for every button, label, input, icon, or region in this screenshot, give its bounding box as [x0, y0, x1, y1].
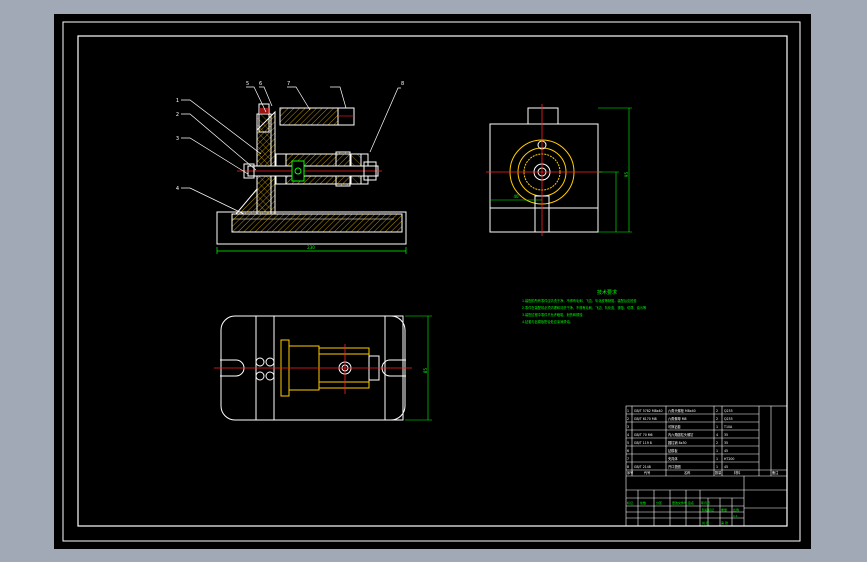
part-name: 六角螺母 M8: [668, 416, 687, 421]
part-note: 45: [724, 449, 728, 453]
assembly-drawing: 1 2 3 4 5 6 7 8 230 95 40 85 技术要求 1.装配前所…: [62, 21, 801, 542]
callout-3: 3: [176, 136, 179, 142]
side-height-dimension: 95: [624, 172, 629, 178]
sign-label: 签名: [688, 500, 694, 505]
part-name: 内六角圆柱头螺钉: [668, 432, 694, 437]
sheet-number: 第 张: [721, 520, 728, 525]
part-code: GB/T 6170 M8: [634, 417, 657, 421]
scale-value: 1:1: [733, 514, 738, 518]
part-note: HT200: [724, 457, 734, 461]
part-name: 夹具体: [668, 456, 678, 461]
callout-5: 5: [246, 81, 249, 87]
part-name: 开口垫圈: [668, 464, 681, 469]
scale-label: 比例: [733, 507, 739, 512]
sign-label: 分区: [656, 500, 662, 505]
part-qty: 1: [716, 449, 718, 453]
part-seq: 1: [627, 409, 629, 413]
part-qty: 2: [716, 441, 718, 445]
part-note: 35: [724, 441, 728, 445]
scale-label: 阶段标记: [702, 507, 714, 512]
parts-list: 1 GB/T 5782 M8x40 六角头螺栓 M8x40 2 Q235 2 G…: [627, 408, 779, 475]
part-qty: 1: [716, 465, 718, 469]
sign-row: 标记 处数 分区 更改文件号 签名 年月日: [627, 500, 710, 505]
scale-label: 重量: [721, 507, 727, 512]
part-name: 六角头螺栓 M8x40: [668, 408, 696, 413]
part-note: Q235: [724, 417, 733, 421]
sign-label: 处数: [640, 500, 646, 505]
callout-2: 2: [176, 112, 179, 118]
sign-label: 年月日: [701, 500, 710, 505]
part-seq: 8: [627, 465, 629, 469]
part-note: 45: [724, 465, 728, 469]
header-material: 材料: [734, 470, 741, 475]
sign-label: 更改文件号: [672, 500, 687, 505]
part-name: 可换钻套: [668, 424, 682, 429]
part-qty: 2: [716, 409, 718, 413]
scale-block: 阶段标记 重量 比例 1:1 共 张 第 张: [702, 507, 739, 525]
part-code: GB/T 5782 M8x40: [634, 409, 663, 413]
side-view: [486, 104, 632, 236]
cad-viewport[interactable]: 1 2 3 4 5 6 7 8 230 95 40 85 技术要求 1.装配前所…: [54, 14, 811, 549]
part-name: 圆柱销 8x30: [668, 440, 687, 445]
part-seq: 3: [627, 425, 629, 429]
part-seq: 2: [627, 417, 629, 421]
part-code: GB/T 2148: [634, 465, 651, 469]
part-seq: 7: [627, 457, 629, 461]
notes-line: 3.装配过程中零件不允许磕碰、划伤和锈蚀: [522, 312, 583, 317]
part-code: GB/T 70 M6: [634, 433, 653, 437]
notes-line: 1.装配前所有零件应清洗干净，不得有毛刺、飞边、氧化皮等缺陷，装配后应检查: [522, 298, 637, 303]
inner-sheet-border: [77, 35, 788, 527]
front-view: [216, 103, 407, 254]
part-note: T10A: [723, 425, 733, 429]
callout-6: 6: [259, 81, 262, 87]
front-width-dimension: 230: [307, 245, 315, 250]
sign-label: 标记: [627, 500, 633, 505]
callout-1: 1: [176, 98, 179, 104]
header-code: 代号: [644, 470, 650, 475]
part-seq: 5: [627, 441, 629, 445]
notes-line: 2.零件在装配前必须清理和清洗干净，不得有毛刺、飞边、氧化皮、锈蚀、切屑、油污等: [522, 305, 647, 310]
callout-7: 7: [287, 81, 290, 87]
part-code: GB/T 119 8: [634, 441, 652, 445]
notes-line: 4.钻套与钻模板配合处应涂润滑油。: [522, 319, 573, 324]
header-name: 名称: [684, 470, 691, 475]
callout-leaders: [181, 86, 401, 215]
outer-sheet-border: [62, 21, 801, 542]
part-seq: 6: [627, 449, 629, 453]
part-qty: 1: [716, 457, 718, 461]
part-qty: 1: [716, 425, 718, 429]
top-height-dimension: 85: [423, 368, 428, 374]
part-name: 钻模板: [668, 448, 678, 453]
header-remark: 备注: [772, 470, 779, 475]
callout-4: 4: [176, 186, 179, 192]
side-offset-dimension: 40: [513, 194, 519, 199]
part-note: Q235: [724, 409, 733, 413]
header-qty: 数量: [715, 470, 722, 475]
notes-heading: 技术要求: [597, 289, 617, 296]
part-qty: 4: [716, 433, 718, 437]
part-note: 35: [724, 433, 728, 437]
part-seq: 4: [627, 433, 629, 437]
top-view: [214, 315, 432, 421]
sheet-total: 共 张: [702, 520, 709, 525]
technical-notes: 技术要求 1.装配前所有零件应清洗干净，不得有毛刺、飞边、氧化皮等缺陷，装配后应…: [522, 289, 647, 324]
callout-8: 8: [401, 81, 404, 87]
part-qty: 2: [716, 417, 718, 421]
header-seq: 序号: [627, 470, 633, 475]
